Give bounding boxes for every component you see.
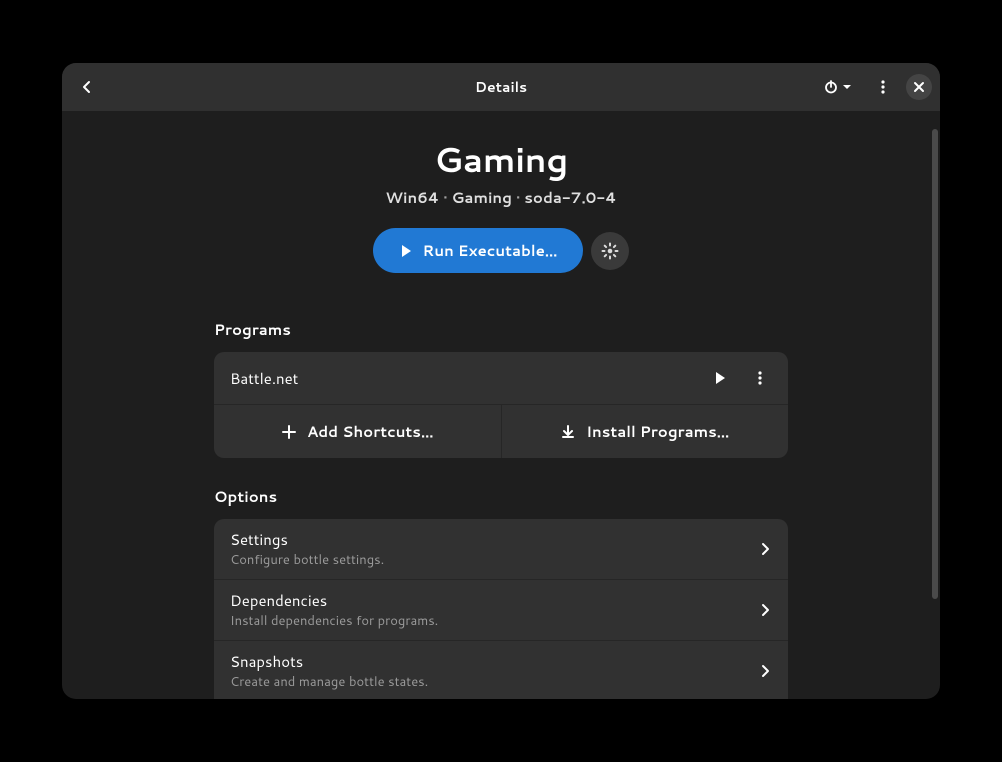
chevron-left-icon [79, 79, 95, 95]
option-subtitle: Install dependencies for programs. [230, 612, 758, 630]
bottle-meta: Win64·Gaming·soda-7.0-4 [62, 187, 940, 208]
bottle-arch: Win64 [385, 187, 439, 208]
add-shortcuts-label: Add Shortcuts… [307, 421, 434, 442]
close-button[interactable] [906, 74, 932, 100]
program-name: Battle.net [230, 368, 708, 389]
gear-icon [601, 242, 619, 260]
add-shortcuts-button[interactable]: Add Shortcuts… [214, 405, 502, 458]
program-row[interactable]: Battle.net [214, 352, 788, 405]
programs-section: Programs Battle.net [214, 319, 788, 699]
programs-actions-row: Add Shortcuts… Install Programs… [214, 405, 788, 458]
main-menu-button[interactable] [866, 70, 900, 104]
program-actions [708, 366, 772, 390]
option-settings[interactable]: Settings Configure bottle settings. [214, 519, 788, 580]
option-text: Snapshots Create and manage bottle state… [230, 651, 758, 691]
options-card: Settings Configure bottle settings. Depe… [214, 519, 788, 699]
play-icon [712, 370, 728, 386]
separator-dot: · [516, 187, 520, 208]
chevron-right-icon [758, 603, 772, 617]
chevron-right-icon [758, 664, 772, 678]
run-row: Run Executable… [62, 228, 940, 273]
download-icon [560, 424, 576, 440]
power-icon [823, 79, 839, 95]
option-subtitle: Create and manage bottle states. [230, 673, 758, 691]
content-area: Gaming Win64·Gaming·soda-7.0-4 Run Execu… [62, 111, 940, 699]
program-play-button[interactable] [708, 366, 732, 390]
programs-card: Battle.net Add Shortcuts… [214, 352, 788, 458]
option-subtitle: Configure bottle settings. [230, 551, 758, 569]
run-settings-button[interactable] [591, 232, 629, 270]
bottle-runner: soda-7.0-4 [524, 187, 616, 208]
window-title: Details [475, 77, 527, 97]
run-button-label: Run Executable… [423, 240, 558, 261]
install-programs-button[interactable]: Install Programs… [502, 405, 789, 458]
install-programs-label: Install Programs… [586, 421, 729, 442]
program-menu-button[interactable] [748, 366, 772, 390]
programs-section-title: Programs [214, 319, 788, 340]
option-text: Settings Configure bottle settings. [230, 529, 758, 569]
option-title: Settings [230, 529, 758, 550]
bottle-name: Gaming [62, 135, 940, 183]
kebab-icon [752, 370, 768, 386]
titlebar-right [815, 70, 932, 104]
app-window: Details Gaming Win64·Gaming·soda-7.0-4 [62, 63, 940, 699]
options-section-title: Options [214, 486, 788, 507]
chevron-right-icon [758, 542, 772, 556]
option-title: Dependencies [230, 590, 758, 611]
plus-icon [281, 424, 297, 440]
option-text: Dependencies Install dependencies for pr… [230, 590, 758, 630]
scrollbar[interactable] [932, 129, 938, 599]
bottle-environment: Gaming [452, 187, 512, 208]
kebab-icon [875, 79, 891, 95]
separator-dot: · [443, 187, 447, 208]
back-button[interactable] [70, 70, 104, 104]
run-executable-button[interactable]: Run Executable… [373, 228, 584, 273]
power-menu-button[interactable] [815, 73, 860, 101]
chevron-down-icon [842, 82, 852, 92]
close-icon [913, 81, 925, 93]
option-title: Snapshots [230, 651, 758, 672]
titlebar: Details [62, 63, 940, 111]
bottle-header: Gaming Win64·Gaming·soda-7.0-4 Run Execu… [62, 111, 940, 291]
option-dependencies[interactable]: Dependencies Install dependencies for pr… [214, 580, 788, 641]
play-icon [399, 244, 413, 258]
option-snapshots[interactable]: Snapshots Create and manage bottle state… [214, 641, 788, 699]
